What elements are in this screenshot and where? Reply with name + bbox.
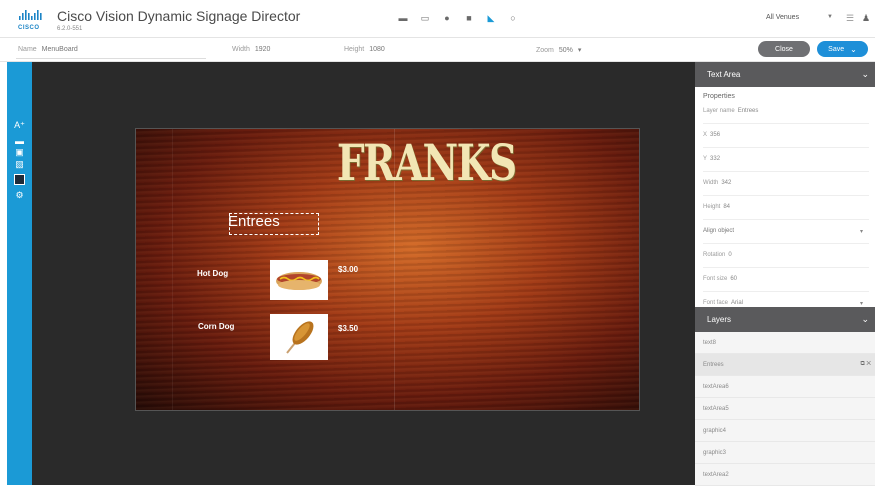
width-label: Width bbox=[703, 180, 719, 186]
layer-item-label: Entrees bbox=[703, 361, 724, 368]
properties-title: Properties bbox=[703, 93, 735, 100]
guide-line bbox=[172, 129, 173, 410]
layers-header[interactable]: Layers ⌄ bbox=[695, 307, 875, 332]
layer-item-selected[interactable]: Entrees ⧉ ✕ bbox=[695, 354, 875, 376]
height-field[interactable]: Height 84 bbox=[703, 204, 869, 220]
layer-name-field[interactable]: Layer name Entrees bbox=[703, 108, 869, 124]
layer-actions[interactable]: ⧉ ✕ bbox=[860, 361, 871, 368]
video-icon[interactable] bbox=[14, 174, 25, 185]
text-area-header[interactable]: Text Area ⌄ bbox=[695, 62, 875, 87]
layer-name-label: Layer name bbox=[703, 108, 735, 114]
width-value: 342 bbox=[721, 180, 732, 186]
board-properties-bar: Name MenuBoard Width 1920 Height 1080 Zo… bbox=[0, 38, 875, 62]
hot-dog-image[interactable] bbox=[270, 260, 328, 300]
name-field[interactable]: Name MenuBoard bbox=[18, 46, 78, 53]
rotation-field[interactable]: Rotation 0 bbox=[703, 252, 869, 268]
width-label: Width bbox=[232, 46, 250, 53]
menu-item-label[interactable]: Corn Dog bbox=[198, 322, 234, 331]
y-label: Y bbox=[703, 156, 708, 162]
chevron-down-icon: ▾ bbox=[859, 301, 863, 307]
logo-text: CISCO bbox=[18, 25, 40, 31]
folder-icon[interactable]: ▬ bbox=[397, 12, 409, 24]
height-value: 84 bbox=[723, 204, 731, 210]
brand-title[interactable]: FRANKS bbox=[337, 133, 517, 193]
text-area-title: Text Area bbox=[707, 70, 741, 79]
text-area-icon[interactable]: ▣ bbox=[14, 147, 25, 158]
close-button[interactable]: Close bbox=[758, 41, 810, 57]
venue-select[interactable]: All Venues bbox=[766, 14, 836, 21]
rotation-value: 0 bbox=[728, 252, 732, 258]
design-icon[interactable]: ◣ bbox=[485, 12, 497, 24]
monitor-icon[interactable]: ▭ bbox=[419, 12, 431, 24]
menu-icon[interactable]: ☰ bbox=[846, 13, 854, 24]
chevron-down-icon[interactable]: ▼ bbox=[827, 14, 833, 20]
layer-item[interactable]: graphic3 bbox=[695, 442, 875, 464]
font-size-label: Font size bbox=[703, 276, 728, 282]
chevron-down-icon[interactable]: ⌄ bbox=[861, 69, 869, 80]
x-value: 356 bbox=[710, 132, 721, 138]
layer-item[interactable]: textArea5 bbox=[695, 398, 875, 420]
section-title[interactable]: Entrees bbox=[228, 213, 280, 230]
align-object-select[interactable]: Align object ▾ bbox=[703, 228, 869, 244]
width-value: 1920 bbox=[254, 46, 271, 53]
grid-icon[interactable]: ■ bbox=[463, 12, 475, 24]
layer-name-value: Entrees bbox=[737, 108, 759, 114]
widget-gear-icon[interactable]: ⚙ bbox=[14, 190, 25, 201]
zoom-label: Zoom bbox=[536, 47, 554, 54]
chevron-down-icon: ⌄ bbox=[850, 44, 857, 54]
app-title: Cisco Vision Dynamic Signage Director bbox=[57, 8, 301, 24]
app-header: CISCO Cisco Vision Dynamic Signage Direc… bbox=[0, 0, 875, 38]
chevron-down-icon[interactable]: ⌄ bbox=[861, 314, 869, 325]
chevron-down-icon: ▾ bbox=[859, 229, 863, 235]
name-underline bbox=[16, 58, 206, 59]
width-field[interactable]: Width 342 bbox=[703, 180, 869, 196]
menu-item-label[interactable]: Hot Dog bbox=[197, 269, 228, 278]
tools-sidebar: A⁺ ▬ ▣ ▧ ⚙ bbox=[7, 62, 32, 485]
layer-item[interactable]: textArea6 bbox=[695, 376, 875, 398]
menu-item-price[interactable]: $3.00 bbox=[338, 265, 358, 274]
menu-board-artboard[interactable]: FRANKS Entrees Hot Dog $3.00 Corn Dog $3… bbox=[135, 128, 640, 411]
corn-dog-image[interactable] bbox=[270, 314, 328, 360]
add-text-icon[interactable]: A⁺ bbox=[14, 120, 25, 131]
height-label: Height bbox=[703, 204, 721, 210]
zoom-value: 50% bbox=[558, 47, 573, 54]
name-placeholder: MenuBoard bbox=[41, 46, 78, 53]
font-size-field[interactable]: Font size 60 bbox=[703, 276, 869, 292]
canvas-workspace: FRANKS Entrees Hot Dog $3.00 Corn Dog $3… bbox=[32, 62, 695, 485]
settings-icon[interactable]: ● bbox=[441, 12, 453, 24]
align-label: Align object bbox=[703, 228, 735, 234]
zoom-field[interactable]: Zoom 50% ▾ bbox=[536, 46, 581, 54]
rotation-label: Rotation bbox=[703, 252, 726, 258]
user-icon[interactable]: ♟ bbox=[862, 13, 870, 24]
gear-icon[interactable]: ○ bbox=[507, 12, 519, 24]
y-field[interactable]: Y 332 bbox=[703, 156, 869, 172]
chevron-down-icon: ▾ bbox=[577, 47, 582, 54]
save-label: Save bbox=[828, 45, 845, 53]
divider-tool-icon[interactable]: ▬ bbox=[14, 136, 25, 147]
save-button[interactable]: Save ⌄ bbox=[817, 41, 868, 57]
height-label: Height bbox=[344, 46, 365, 53]
app-version: 6.2.0-551 bbox=[57, 26, 83, 32]
height-field[interactable]: Height 1080 bbox=[344, 46, 385, 53]
font-size-value: 60 bbox=[730, 276, 738, 282]
layer-item[interactable]: textArea2 bbox=[695, 464, 875, 486]
menu-item-price[interactable]: $3.50 bbox=[338, 324, 358, 333]
font-face-value: Arial bbox=[731, 300, 744, 306]
main-toolbar: ▬ ▭ ● ■ ◣ ○ bbox=[397, 12, 519, 24]
x-field[interactable]: X 356 bbox=[703, 132, 869, 148]
image-icon[interactable]: ▧ bbox=[14, 159, 25, 170]
x-label: X bbox=[703, 132, 708, 138]
layers-title: Layers bbox=[707, 315, 732, 324]
height-value: 1080 bbox=[369, 46, 385, 53]
inspector-panel: Text Area ⌄ Properties Layer name Entrees… bbox=[695, 62, 875, 486]
layer-item[interactable]: text8 bbox=[695, 332, 875, 354]
font-face-label: Font face bbox=[703, 300, 729, 306]
name-label: Name bbox=[18, 46, 37, 53]
width-field[interactable]: Width 1920 bbox=[232, 46, 270, 53]
layer-item[interactable]: graphic4 bbox=[695, 420, 875, 442]
y-value: 332 bbox=[710, 156, 721, 162]
